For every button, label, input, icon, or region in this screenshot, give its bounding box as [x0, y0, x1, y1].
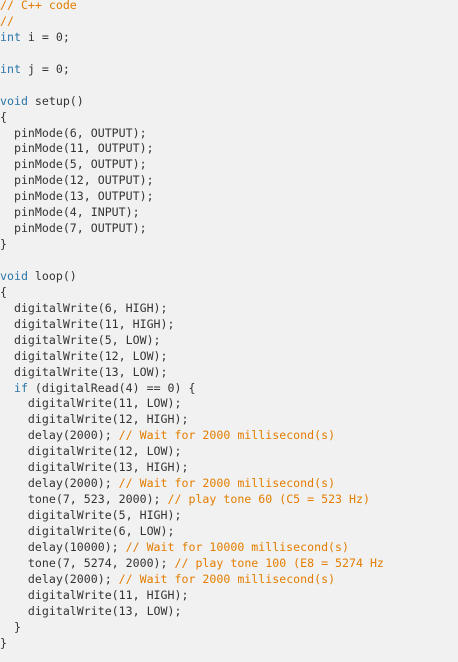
code-text: pinMode(11, OUTPUT); — [0, 141, 154, 156]
code-comment: // Wait for 2000 millisecond(s) — [118, 571, 336, 586]
code-text: } — [0, 237, 7, 252]
code-line: digitalWrite(11, LOW); — [0, 396, 384, 412]
code-keyword: int — [0, 29, 21, 44]
code-text: { — [0, 109, 7, 124]
code-line: void setup() — [0, 94, 384, 110]
code-line: int j = 0; — [0, 62, 384, 78]
code-text: digitalWrite(12, HIGH); — [0, 412, 189, 427]
code-editor[interactable]: // C++ code//int i = 0; int j = 0; void se… — [0, 0, 458, 662]
code-text: { — [0, 284, 7, 299]
code-line: tone(7, 5274, 2000); // play tone 100 (E… — [0, 556, 384, 572]
code-line: pinMode(6, OUTPUT); — [0, 126, 384, 142]
code-line: pinMode(13, OUTPUT); — [0, 189, 384, 205]
code-line: delay(10000); // Wait for 10000 millisec… — [0, 540, 384, 556]
code-keyword: int — [0, 61, 21, 76]
code-comment: // — [0, 13, 14, 28]
code-comment: // Wait for 10000 millisecond(s) — [125, 539, 350, 554]
code-line: delay(2000); // Wait for 2000 millisecon… — [0, 572, 384, 588]
code-line: // C++ code — [0, 0, 384, 14]
code-text: } — [0, 619, 21, 634]
code-line: delay(2000); // Wait for 2000 millisecon… — [0, 428, 384, 444]
code-block[interactable]: // C++ code//int i = 0; int j = 0; void se… — [0, 0, 384, 651]
code-line: int i = 0; — [0, 30, 384, 46]
code-line: digitalWrite(12, LOW); — [0, 349, 384, 365]
code-comment: // C++ code — [0, 0, 77, 12]
code-line: digitalWrite(6, LOW); — [0, 524, 384, 540]
code-text: setup() — [27, 93, 84, 108]
code-text: digitalWrite(13, LOW); — [0, 603, 182, 618]
code-text: digitalWrite(13, LOW); — [0, 364, 168, 379]
code-keyword: void — [0, 93, 28, 108]
code-text: i = 0; — [20, 29, 70, 44]
code-text: digitalWrite(5, HIGH); — [0, 508, 182, 522]
code-line: pinMode(5, OUTPUT); — [0, 157, 384, 173]
code-text: tone(7, 523, 2000); — [0, 492, 168, 507]
code-line: digitalWrite(5, HIGH); — [0, 508, 384, 524]
code-text: pinMode(4, INPUT); — [0, 205, 140, 220]
code-line: { — [0, 285, 384, 301]
code-text: pinMode(5, OUTPUT); — [0, 157, 147, 172]
code-comment: // Wait for 2000 millisecond(s) — [118, 476, 336, 491]
code-text: delay(10000); — [0, 539, 126, 554]
code-text: loop() — [27, 268, 77, 283]
code-line: pinMode(11, OUTPUT); — [0, 141, 384, 157]
code-line: digitalWrite(13, HIGH); — [0, 460, 384, 476]
code-text: digitalWrite(11, LOW); — [0, 396, 182, 411]
code-text: digitalWrite(6, LOW); — [0, 523, 175, 538]
code-line: { — [0, 110, 384, 126]
code-text: tone(7, 5274, 2000); — [0, 555, 175, 570]
code-text: digitalWrite(13, HIGH); — [0, 460, 189, 475]
code-text: digitalWrite(12, LOW); — [0, 444, 182, 459]
code-text: pinMode(7, OUTPUT); — [0, 221, 147, 236]
code-text: delay(2000); — [0, 428, 119, 443]
code-line: digitalWrite(13, LOW); — [0, 365, 384, 381]
code-text: digitalWrite(11, HIGH); — [0, 316, 175, 331]
code-line: digitalWrite(12, LOW); — [0, 444, 384, 460]
code-line: digitalWrite(11, HIGH); — [0, 317, 384, 333]
code-line: digitalWrite(11, HIGH); — [0, 588, 384, 604]
code-text: digitalWrite(12, LOW); — [0, 348, 168, 363]
code-line: pinMode(7, OUTPUT); — [0, 221, 384, 237]
code-line: } — [0, 237, 384, 253]
code-text: (digitalRead(4) == 0) { — [27, 380, 196, 395]
code-line: pinMode(12, OUTPUT); — [0, 173, 384, 189]
code-text: digitalWrite(11, HIGH); — [0, 587, 189, 602]
code-text: delay(2000); — [0, 476, 119, 491]
code-line: } — [0, 636, 384, 652]
code-text: delay(2000); — [0, 571, 119, 586]
code-text: digitalWrite(6, HIGH); — [0, 300, 168, 315]
code-text: pinMode(12, OUTPUT); — [0, 173, 154, 188]
code-line: tone(7, 523, 2000); // play tone 60 (C5 … — [0, 492, 384, 508]
code-comment: // play tone 60 (C5 = 523 Hz) — [167, 492, 370, 507]
code-text: j = 0; — [20, 61, 70, 76]
code-line: digitalWrite(13, LOW); — [0, 604, 384, 620]
code-text: digitalWrite(5, LOW); — [0, 332, 161, 347]
code-text: pinMode(13, OUTPUT); — [0, 189, 154, 204]
code-line: if (digitalRead(4) == 0) { — [0, 381, 384, 397]
code-comment: // Wait for 2000 millisecond(s) — [118, 428, 336, 443]
code-line: void loop() — [0, 269, 384, 285]
code-keyword: if — [13, 380, 28, 395]
code-comment: // play tone 100 (E8 = 5274 Hz — [174, 555, 384, 570]
code-line: digitalWrite(5, LOW); — [0, 333, 384, 349]
code-text: } — [0, 635, 7, 650]
code-line: digitalWrite(6, HIGH); — [0, 301, 384, 317]
code-text: pinMode(6, OUTPUT); — [0, 125, 147, 140]
code-line: } — [0, 620, 384, 636]
code-line: digitalWrite(12, HIGH); — [0, 412, 384, 428]
code-line: pinMode(4, INPUT); — [0, 205, 384, 221]
code-line: // — [0, 14, 384, 30]
code-keyword: void — [0, 268, 28, 283]
code-line: delay(2000); // Wait for 2000 millisecon… — [0, 476, 384, 492]
